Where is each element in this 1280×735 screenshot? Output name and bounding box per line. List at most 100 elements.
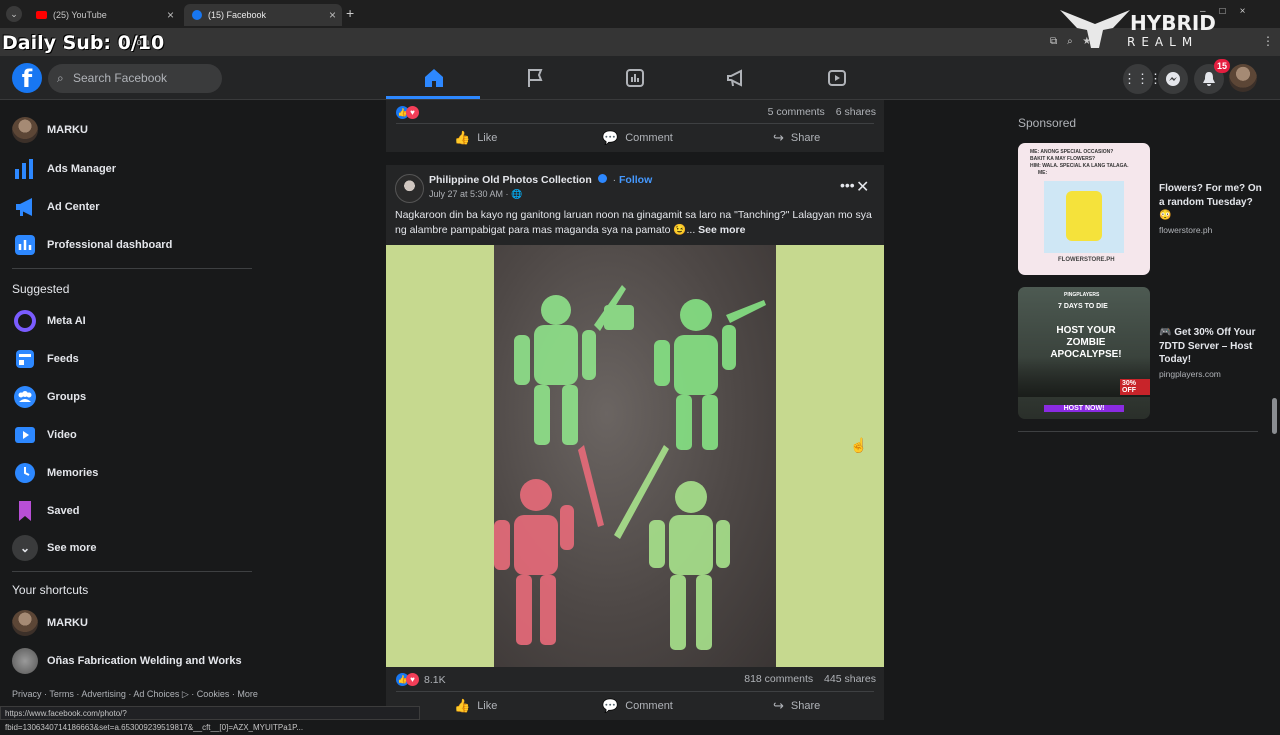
comment-button[interactable]: 💬 Comment	[602, 692, 673, 720]
sidebar-item-ads-manager[interactable]: Ads Manager	[12, 155, 116, 183]
ad-headline: HOST YOUR ZOMBIE APOCALYPSE!	[1050, 325, 1122, 360]
ad-image-pingplayers[interactable]: PINGPLAYERS 7 DAYS TO DIE HOST YOUR ZOMB…	[1018, 287, 1150, 419]
meta-ai-icon	[12, 308, 38, 334]
sidebar-item-profile[interactable]: MARKU	[12, 116, 88, 144]
ad-discount: 30% OFF	[1120, 379, 1150, 395]
search-placeholder: Search Facebook	[73, 71, 168, 85]
new-tab-icon[interactable]: +	[346, 5, 354, 21]
youtube-icon	[36, 11, 47, 19]
profile-avatar[interactable]	[1229, 64, 1257, 92]
chevron-down-icon: ⌄	[12, 535, 38, 561]
ad-site: pingplayers.com	[1159, 369, 1221, 379]
megaphone-icon[interactable]	[724, 66, 748, 90]
mouse-cursor-icon: ☝	[850, 437, 868, 453]
avatar	[12, 117, 38, 143]
close-icon[interactable]: ✕	[856, 177, 869, 197]
tab-youtube[interactable]: (25) YouTube ×	[28, 4, 180, 26]
facebook-favicon	[192, 10, 202, 20]
shortcut-item-label: Oñas Fabrication Welding and Works	[47, 655, 242, 667]
post-timestamp[interactable]: July 27 at 5:30 AM ·	[429, 189, 511, 199]
share-button[interactable]: ↪ Share	[773, 124, 820, 152]
sidebar-item-label: Ads Manager	[47, 163, 117, 175]
sidebar-item-label: Feeds	[47, 353, 79, 365]
page-avatar[interactable]	[395, 174, 424, 203]
tab-youtube-label: (25) YouTube	[53, 10, 107, 20]
menu-grid-icon[interactable]: ⋮⋮⋮	[1123, 64, 1162, 94]
sidebar-item-label: Meta AI	[47, 315, 86, 327]
comment-count[interactable]: 5 comments	[768, 106, 825, 118]
daily-sub-overlay: Daily Sub: 0/10	[2, 32, 165, 54]
shortcut-item-onas[interactable]: Oñas Fabrication Welding and Works	[12, 647, 242, 675]
sidebar-item-saved[interactable]: Saved	[12, 497, 79, 525]
follow-link[interactable]: Follow	[619, 174, 652, 186]
suggested-heading: Suggested	[12, 282, 70, 296]
page-name[interactable]: Philippine Old Photos Collection	[429, 174, 592, 186]
pages-flag-icon[interactable]	[523, 66, 547, 90]
video-icon[interactable]	[825, 66, 849, 90]
reaction-count[interactable]: 8.1K	[424, 674, 446, 686]
footer-links[interactable]: Privacy · Terms · Advertising · Ad Choic…	[12, 689, 258, 700]
shortcut-item-profile[interactable]: MARKU	[12, 609, 88, 637]
prev-post-counts[interactable]: 5 comments 6 shares	[768, 106, 876, 118]
comment-button[interactable]: 💬 Comment	[602, 124, 673, 152]
page-name-row: Philippine Old Photos Collection · Follo…	[429, 174, 653, 186]
green-robot-figure	[514, 285, 634, 445]
tab-facebook[interactable]: (15) Facebook ×	[184, 4, 342, 26]
close-tab-icon[interactable]: ×	[167, 8, 174, 22]
home-icon[interactable]	[422, 66, 446, 90]
ad-image-flowerstore[interactable]: ME: ANONG SPECIAL OCCASION? BAKIT KA MAY…	[1018, 143, 1150, 275]
bar-chart-icon	[12, 156, 38, 182]
ad-image-text: ME: ANONG SPECIAL OCCASION? BAKIT KA MAY…	[1030, 149, 1129, 177]
share-count[interactable]: 6 shares	[836, 106, 876, 118]
sidebar-item-feeds[interactable]: Feeds	[12, 345, 79, 373]
post-counts: 818 comments 445 shares	[744, 673, 876, 685]
sidebar-item-video[interactable]: Video	[12, 421, 77, 449]
dashboard-icon	[12, 232, 38, 258]
sidebar-item-professional-dashboard[interactable]: Professional dashboard	[12, 231, 172, 259]
post-text: Nagkaroon din ba kayo ng ganitong laruan…	[395, 208, 877, 238]
prev-post-actions: 👍 Like 💬 Comment ↪ Share	[386, 124, 884, 152]
ad-title[interactable]: Flowers? For me? On a random Tuesday? 😳	[1159, 182, 1267, 223]
like-button[interactable]: 👍 Like	[454, 692, 497, 720]
comment-count[interactable]: 818 comments	[744, 673, 813, 685]
notification-badge: 15	[1214, 59, 1230, 73]
close-tab-icon[interactable]: ×	[329, 8, 336, 22]
groups-icon	[12, 384, 38, 410]
see-more-link[interactable]: See more	[698, 224, 745, 236]
browser-menu-icon[interactable]: ⋮	[1262, 34, 1274, 48]
search-input[interactable]: ⌕ Search Facebook	[48, 64, 222, 93]
sidebar-item-memories[interactable]: Memories	[12, 459, 98, 487]
sidebar-item-ad-center[interactable]: Ad Center	[12, 193, 100, 221]
messenger-icon[interactable]	[1158, 64, 1188, 94]
thumbs-up-icon: 👍	[454, 698, 471, 713]
sidebar-item-groups[interactable]: Groups	[12, 383, 86, 411]
sponsored-divider	[1018, 431, 1258, 432]
sidebar-item-see-more[interactable]: ⌄ See more	[12, 534, 97, 562]
like-label: Like	[477, 700, 498, 712]
hybrid-realm-logo: HYBRID REALM	[1055, 2, 1255, 52]
dashboard-icon[interactable]	[623, 66, 647, 90]
post-reactions[interactable]: 👍 ♥ 8.1K	[396, 673, 446, 686]
avatar	[12, 610, 38, 636]
ad-line: BAKIT KA MAY FLOWERS?	[1030, 156, 1096, 162]
share-count[interactable]: 445 shares	[824, 673, 876, 685]
sidebar-item-label: Memories	[47, 467, 99, 479]
post-photo[interactable]	[494, 245, 776, 667]
sidebar-item-meta-ai[interactable]: Meta AI	[12, 307, 86, 335]
more-options-icon[interactable]: •••	[840, 177, 855, 193]
feeds-icon	[12, 346, 38, 372]
post-text-body: Nagkaroon din ba kayo ng ganitong laruan…	[395, 209, 872, 236]
sidebar-item-label: Saved	[47, 505, 80, 517]
like-button[interactable]: 👍 Like	[454, 124, 497, 152]
ad-brand: PINGPLAYERS	[1064, 292, 1100, 298]
scrollbar-thumb[interactable]	[1272, 398, 1277, 434]
like-label: Like	[477, 132, 498, 144]
ad-title[interactable]: 🎮 Get 30% Off Your 7DTD Server – Host To…	[1159, 326, 1267, 367]
red-robot-figure	[494, 445, 604, 645]
share-button[interactable]: ↪ Share	[773, 692, 820, 720]
ad-site: flowerstore.ph	[1159, 225, 1213, 235]
prev-post-reactions[interactable]: 👍 ♥	[396, 106, 419, 119]
facebook-logo[interactable]: f	[12, 63, 42, 93]
share-label: Share	[790, 132, 821, 144]
tab-menu-icon[interactable]: ⌄	[6, 6, 22, 22]
